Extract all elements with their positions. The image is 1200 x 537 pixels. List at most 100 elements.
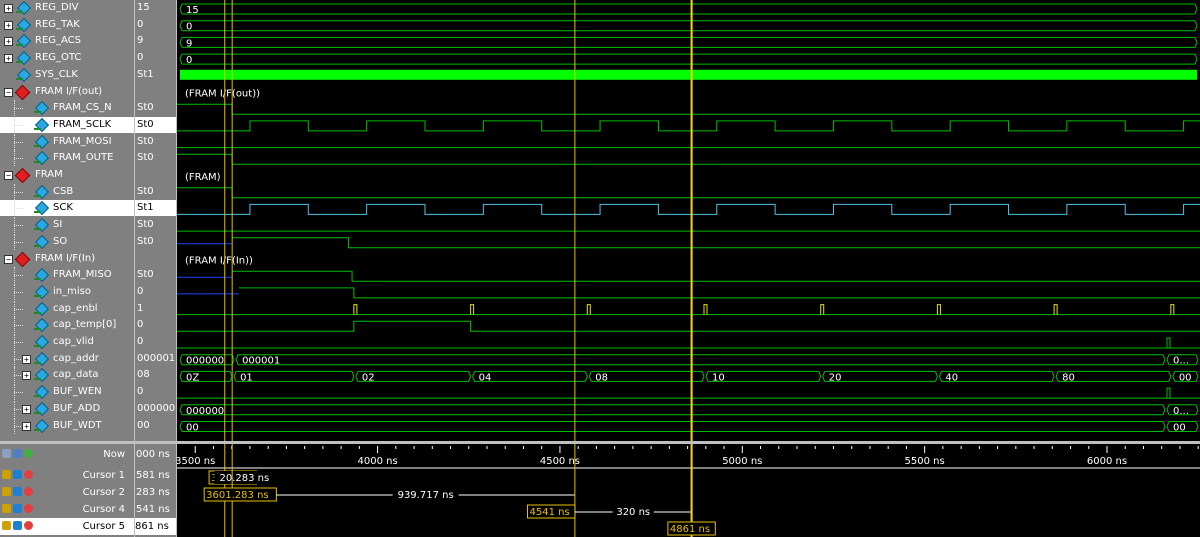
signal-row[interactable]: − FRAM I/F(In) (0, 251, 134, 268)
buf-wdt-bus-edge (1166, 426, 1170, 432)
cap-data-bus-edge (233, 371, 237, 377)
signal-value: St0 (137, 269, 154, 280)
signal-value: 9 (137, 35, 144, 46)
signal-value-row: St1 (135, 67, 176, 83)
tree-line (14, 275, 23, 277)
signal-name: REG_ACS (35, 35, 82, 46)
cap-data-bus-edge (701, 371, 705, 377)
cursor-row[interactable]: Cursor 1 (0, 467, 134, 484)
signal-row[interactable]: cap_temp[0] (0, 317, 134, 333)
signal-row[interactable]: − FRAM I/F(out) (0, 84, 134, 101)
signal-row[interactable]: in_miso (0, 284, 134, 300)
collapse-icon[interactable]: − (4, 171, 13, 180)
signal-row[interactable]: − FRAM (0, 167, 134, 184)
signal-name: cap_addr (53, 353, 99, 364)
cap-data-bus-value: 02 (362, 372, 375, 383)
tick-label: 3500 ns (177, 456, 215, 467)
reg-div-bus-value: 15 (186, 5, 199, 16)
cursor-delta: 320 ns (616, 507, 650, 518)
signal-row[interactable]: FRAM_OUTE (0, 150, 134, 166)
remove-icon[interactable] (24, 470, 33, 479)
pen-icon[interactable] (13, 504, 22, 513)
signal-row[interactable]: + BUF_WDT (0, 418, 134, 434)
buf-wdt-bus-edge (1195, 426, 1199, 432)
toolbar-icon[interactable] (13, 449, 22, 458)
remove-icon[interactable] (24, 504, 33, 513)
cap-data-bus-edge (1172, 371, 1176, 377)
signal-value-row: 15 (135, 0, 176, 16)
cap-data-bus-edge (233, 376, 237, 382)
signal-row[interactable]: FRAM_MISO (0, 267, 134, 283)
signal-row[interactable]: + BUF_ADD (0, 401, 134, 417)
pen-icon[interactable] (13, 487, 22, 496)
csb-trace (177, 187, 1200, 199)
signal-row[interactable]: cap_vlid (0, 334, 134, 350)
icon-foot (34, 211, 41, 213)
expand-icon[interactable]: + (4, 37, 13, 46)
lock-icon[interactable] (2, 470, 11, 479)
expand-icon[interactable]: + (22, 405, 31, 414)
bit-icon (34, 217, 50, 233)
toolbar-icon[interactable] (2, 449, 11, 458)
bus-icon (34, 418, 50, 434)
signal-row[interactable]: SCK (0, 200, 134, 216)
signal-row[interactable]: SI (0, 217, 134, 233)
signal-name: REG_TAK (35, 19, 80, 30)
expand-icon[interactable]: + (22, 422, 31, 431)
group-label: (FRAM I/F(In)) (185, 256, 253, 267)
signal-value: 0 (137, 319, 144, 330)
reg-tak-bus-value: 0 (186, 22, 192, 33)
expand-icon[interactable]: + (22, 355, 31, 364)
signal-row[interactable]: + REG_TAK (0, 17, 134, 33)
lock-icon[interactable] (2, 487, 11, 496)
icon-foot (16, 78, 23, 80)
reg-acs-bus-edge (1194, 42, 1198, 48)
lock-icon[interactable] (2, 504, 11, 513)
collapse-icon[interactable]: − (4, 88, 13, 97)
signal-row[interactable]: + REG_ACS (0, 33, 134, 49)
expand-icon[interactable]: + (4, 54, 13, 63)
signal-row[interactable]: SO (0, 234, 134, 250)
cursor-row[interactable]: Cursor 2 (0, 484, 134, 501)
icon-foot (16, 28, 23, 30)
signal-row[interactable]: + cap_data (0, 367, 134, 383)
signal-row[interactable]: CSB (0, 184, 134, 200)
lock-icon[interactable] (2, 521, 11, 530)
pen-icon[interactable] (13, 470, 22, 479)
timeline-canvas[interactable]: 3500 ns 4000 ns 4500 ns 5000 ns 5500 ns 6000 … (177, 444, 1200, 537)
signal-row[interactable]: SYS_CLK (0, 67, 134, 83)
cursor-row[interactable]: Cursor 5 (0, 518, 134, 535)
cursor-value: 541 ns (136, 504, 170, 515)
waveform-pane[interactable]: 15 0 9 0 (FRAM I/F(out)) (FRAM) (FRAM I/F(In))… (177, 0, 1200, 441)
remove-icon[interactable] (24, 487, 33, 496)
tree-line (14, 242, 23, 244)
bus-icon (16, 33, 32, 49)
signal-row[interactable]: FRAM_CS_N (0, 100, 134, 116)
signal-row[interactable]: + cap_addr (0, 351, 134, 367)
signal-row[interactable]: BUF_WEN (0, 384, 134, 400)
waveform-canvas[interactable]: 15 0 9 0 (FRAM I/F(out)) (FRAM) (FRAM I/F(In))… (177, 0, 1200, 441)
cap-enbl-pulse (1053, 304, 1058, 315)
signal-row[interactable]: FRAM_MOSI (0, 134, 134, 150)
signal-row[interactable]: cap_enbl (0, 301, 134, 317)
expand-icon[interactable]: + (4, 21, 13, 30)
add-cursor-icon[interactable] (24, 449, 33, 458)
cursor-row[interactable]: Cursor 4 (0, 501, 134, 518)
signal-row[interactable]: + REG_OTC (0, 50, 134, 66)
collapse-icon[interactable]: − (4, 255, 13, 264)
cap-enbl-pulse (936, 304, 941, 315)
signal-row[interactable]: + REG_DIV (0, 0, 134, 16)
expand-icon[interactable]: + (4, 4, 13, 13)
pen-icon[interactable] (13, 521, 22, 530)
signal-row[interactable]: FRAM_SCLK (0, 117, 134, 133)
expand-icon[interactable]: + (22, 371, 31, 380)
remove-icon[interactable] (24, 521, 33, 530)
signal-value: St0 (137, 186, 154, 197)
signal-value: 0 (137, 52, 144, 63)
cap-addr-bus-edge (1162, 354, 1166, 360)
cap-data-bus-edge (938, 376, 942, 382)
cap-data-bus-edge (472, 376, 476, 382)
signal-name: FRAM_MISO (53, 269, 112, 280)
signal-value-row (135, 251, 176, 267)
signal-name: SI (53, 219, 63, 230)
